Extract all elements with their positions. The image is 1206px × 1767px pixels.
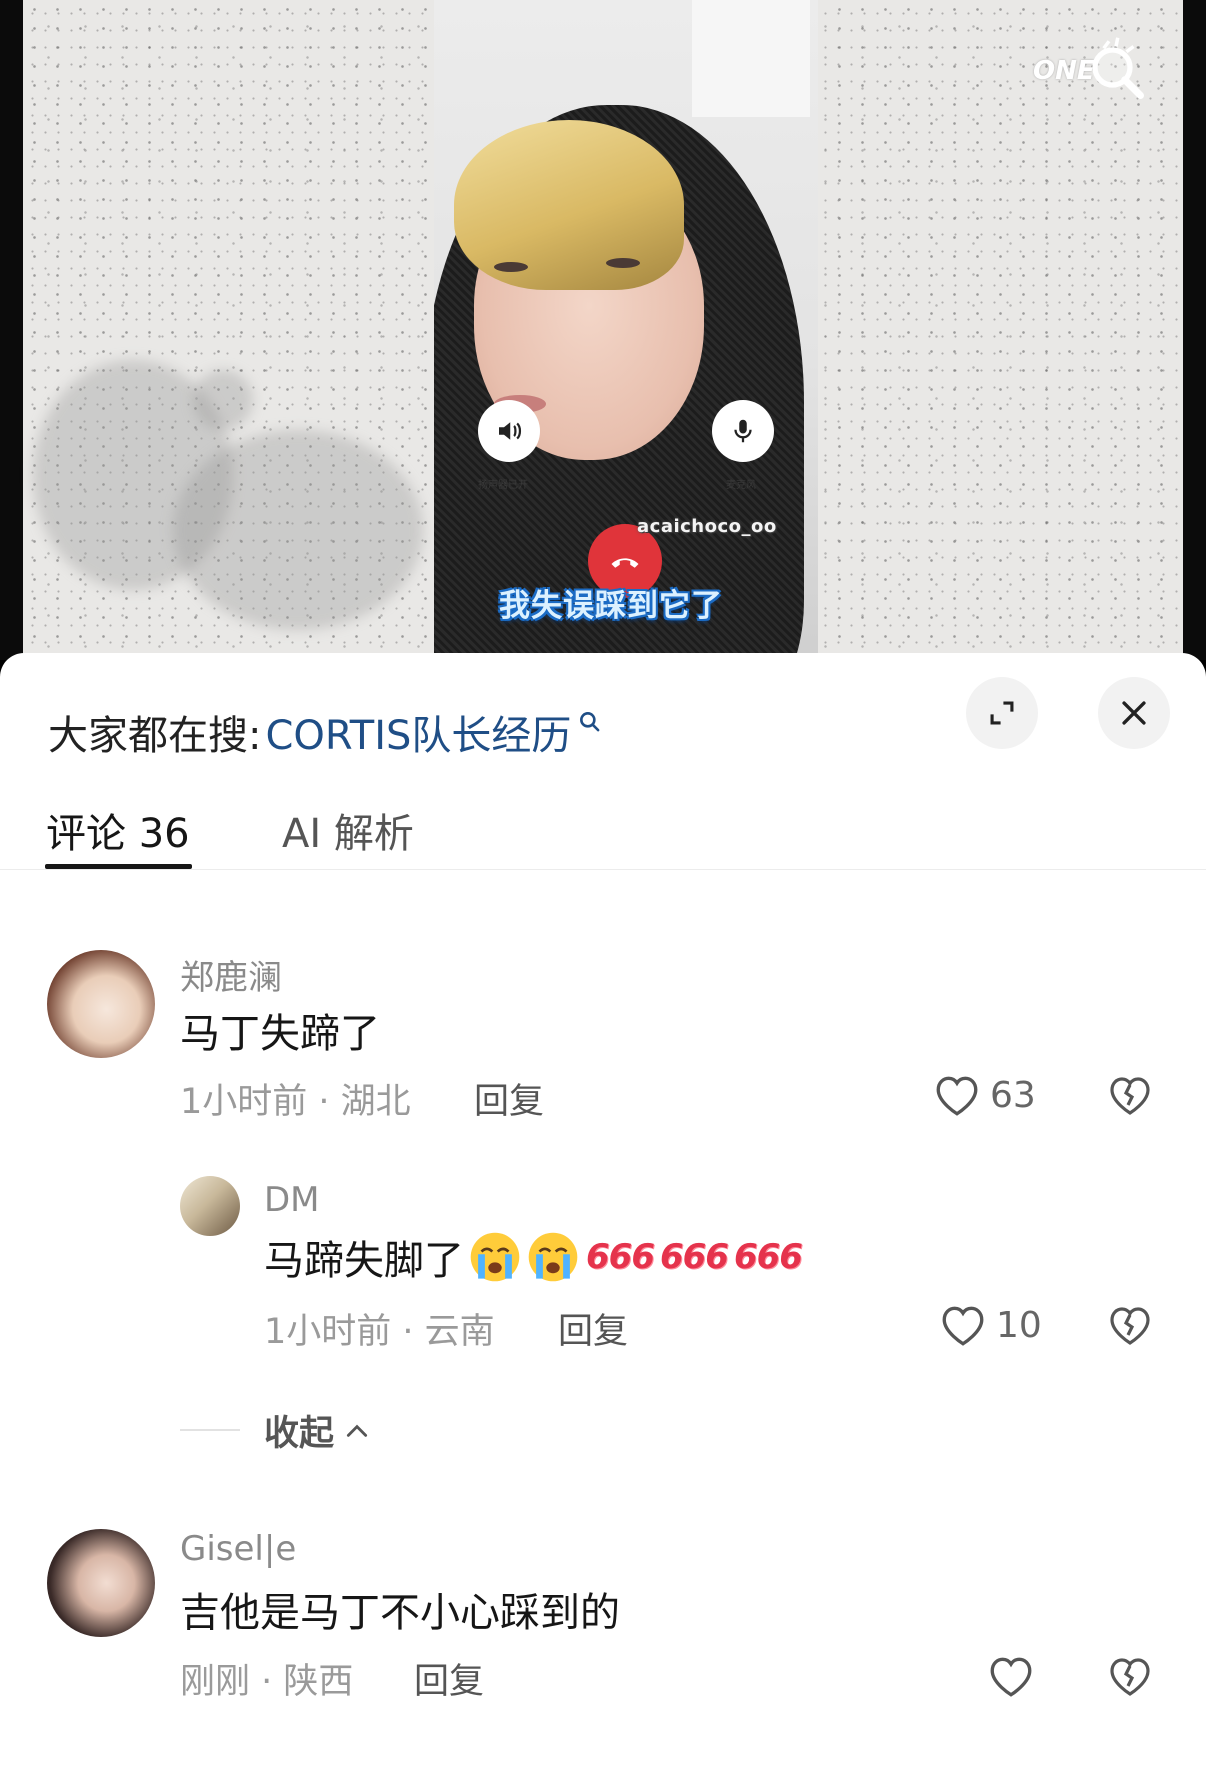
phone-hangup-icon xyxy=(611,558,639,568)
tab-comments[interactable]: 评论 36 xyxy=(46,801,190,859)
heart-icon xyxy=(942,1306,984,1346)
close-icon xyxy=(1122,701,1146,725)
door-patch xyxy=(692,0,810,117)
mic-caption: 麦克风 xyxy=(726,480,756,491)
emoji-666: 666 xyxy=(586,1237,655,1277)
expand-button[interactable] xyxy=(966,677,1038,749)
speaker-icon xyxy=(499,422,522,440)
speaker-caption: 扬声器已开 xyxy=(478,480,528,491)
reply-button[interactable]: 回复 xyxy=(474,1073,544,1124)
dislike-button[interactable] xyxy=(1106,1072,1154,1122)
crying-emoji-icon xyxy=(528,1232,578,1282)
broken-heart-icon xyxy=(1110,1658,1150,1696)
comment-sheet: 大家都在搜: CORTIS队长经历 评论 36 AI 解析 郑鹿澜 马丁失蹄了 … xyxy=(0,653,1206,1767)
avatar[interactable] xyxy=(47,950,155,1058)
collapse-divider xyxy=(180,1429,240,1431)
video-subtitle: 我失误踩到它了 xyxy=(499,588,723,624)
shadow-shape xyxy=(193,370,253,430)
creator-watermark: acaichoco_oo xyxy=(637,516,777,537)
dislike-button[interactable] xyxy=(1106,1302,1154,1352)
magnifier-logo-icon xyxy=(1092,37,1144,99)
tab-bar: 评论 36 AI 解析 xyxy=(0,801,1206,870)
video-player[interactable]: 扬声器已开 麦克风 acaichoco_oo 我失误踩到它了 ONE xyxy=(0,0,1206,660)
comment-meta: 1小时前 · 云南 xyxy=(264,1312,495,1352)
active-tab-indicator xyxy=(45,864,192,869)
like-button[interactable]: 10 xyxy=(938,1302,1042,1348)
like-button[interactable] xyxy=(986,1653,1036,1699)
hair xyxy=(454,120,684,290)
avatar[interactable] xyxy=(47,1529,155,1637)
emoji-666: 666 xyxy=(659,1237,729,1277)
like-button[interactable]: 63 xyxy=(932,1072,1036,1118)
comment-username[interactable]: Gisel|e xyxy=(180,1529,296,1569)
mic-button[interactable] xyxy=(712,400,774,462)
tab-ai-analysis[interactable]: AI 解析 xyxy=(282,801,414,859)
eye xyxy=(606,258,640,268)
microphone-icon xyxy=(734,419,752,443)
speaker-button[interactable] xyxy=(478,400,540,462)
reply-button[interactable]: 回复 xyxy=(414,1653,484,1704)
like-count: 63 xyxy=(990,1074,1036,1116)
collapse-label: 收起 xyxy=(264,1414,335,1454)
comment-username[interactable]: 郑鹿澜 xyxy=(180,950,282,999)
dislike-button[interactable] xyxy=(1106,1653,1154,1703)
chevron-up-icon xyxy=(346,1424,368,1437)
expand-icon xyxy=(990,701,1014,725)
video-frame: 扬声器已开 麦克风 acaichoco_oo xyxy=(23,0,1183,660)
trending-search[interactable]: 大家都在搜: CORTIS队长经历 xyxy=(48,703,603,761)
like-count: 10 xyxy=(996,1304,1042,1346)
crying-emoji-icon xyxy=(470,1232,520,1282)
comment-text: 吉他是马丁不小心踩到的 xyxy=(180,1590,620,1636)
broken-heart-icon xyxy=(1110,1077,1150,1115)
collapse-replies-button[interactable]: 收起 xyxy=(264,1405,370,1456)
broken-heart-icon xyxy=(1110,1307,1150,1345)
comment-text: 马蹄失脚了 666 666 666 xyxy=(264,1228,803,1286)
trending-search-term[interactable]: CORTIS队长经历 xyxy=(265,703,571,761)
comment-meta: 1小时前 · 湖北 xyxy=(180,1082,411,1122)
search-icon xyxy=(580,712,600,732)
comment-text-body: 马蹄失脚了 xyxy=(264,1238,464,1284)
emoji-666: 666 xyxy=(733,1237,803,1277)
comment-username[interactable]: DM xyxy=(264,1180,320,1220)
comment-text: 马丁失蹄了 xyxy=(180,1011,380,1057)
shadow-shape xyxy=(173,430,423,630)
reply-button[interactable]: 回复 xyxy=(558,1303,628,1354)
heart-icon xyxy=(936,1076,978,1116)
comment-meta: 刚刚 · 陕西 xyxy=(180,1662,354,1702)
video-call-screen: 扬声器已开 麦克风 acaichoco_oo xyxy=(434,0,818,660)
close-button[interactable] xyxy=(1098,677,1170,749)
heart-icon xyxy=(990,1657,1032,1697)
brand-logo: ONE xyxy=(1033,36,1151,106)
avatar[interactable] xyxy=(180,1176,240,1236)
eye xyxy=(494,262,528,272)
trending-search-prefix: 大家都在搜: xyxy=(48,713,262,759)
